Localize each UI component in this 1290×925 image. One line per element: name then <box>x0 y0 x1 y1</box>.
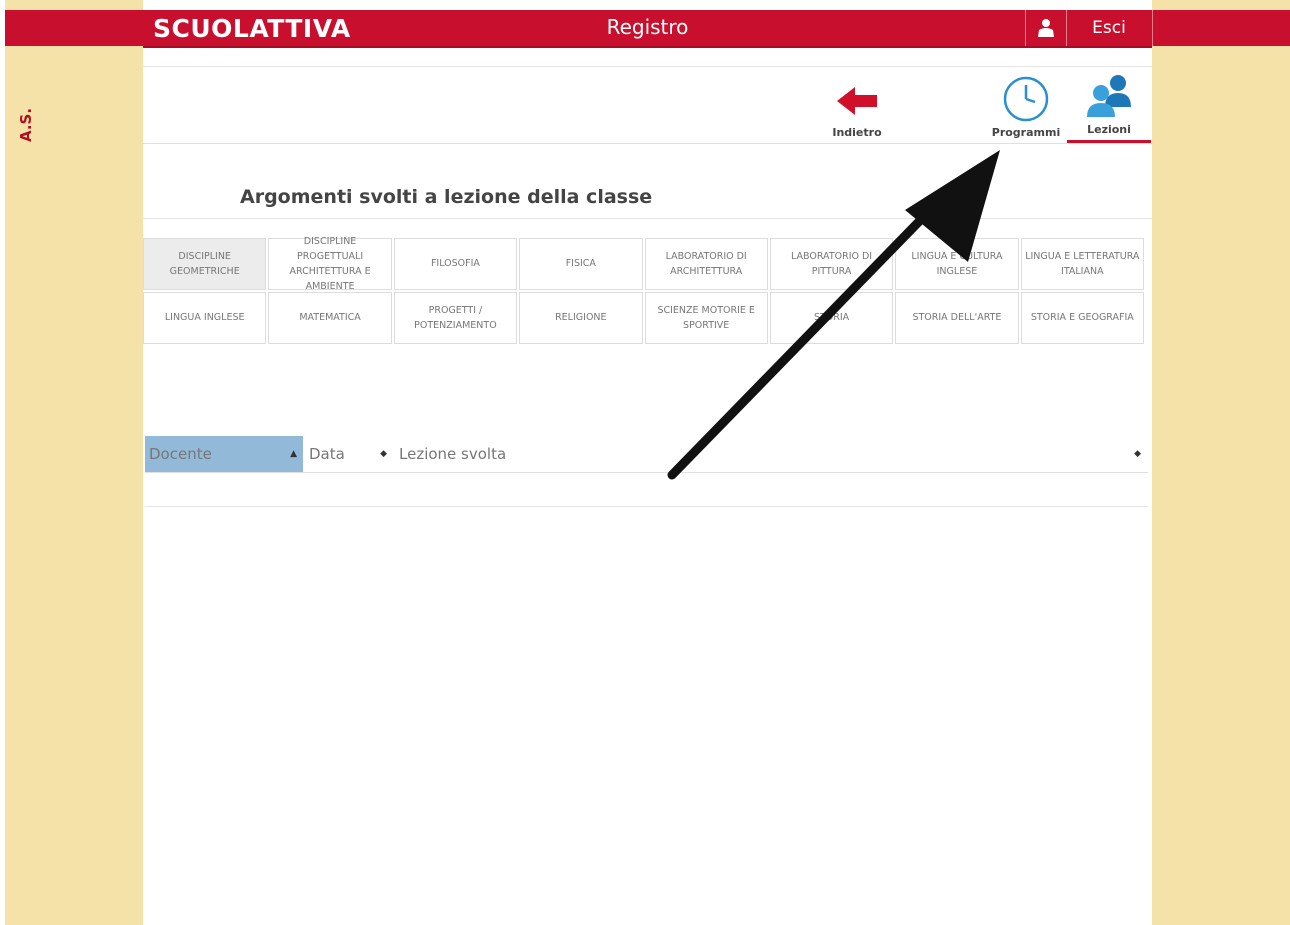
divider <box>143 218 1152 219</box>
column-date[interactable]: Data ◆ <box>309 436 391 472</box>
users-icon <box>1087 75 1131 117</box>
column-teacher[interactable]: Docente ▲ <box>145 436 303 472</box>
subject-item[interactable]: DISCIPLINE GEOMETRICHE <box>143 238 267 290</box>
subject-item[interactable]: PROGETTI / POTENZIAMENTO <box>393 292 518 344</box>
subject-item[interactable]: FILOSOFIA <box>393 238 518 290</box>
subject-grid: DISCIPLINE GEOMETRICHE DISCIPLINE PROGET… <box>143 236 1144 344</box>
subject-item[interactable]: MATEMATICA <box>268 292 392 344</box>
toolbar: Indietro Programmi Lezioni <box>143 66 1152 144</box>
table-header: Docente ▲ Data ◆ Lezione svolta ◆ <box>145 436 1148 473</box>
arrow-left-icon <box>837 87 877 115</box>
programs-label: Programmi <box>991 126 1061 139</box>
sort-asc-icon: ▲ <box>290 449 297 459</box>
subject-item[interactable]: SCIENZE MOTORIE E SPORTIVE <box>644 292 768 344</box>
lessons-label: Lezioni <box>1087 123 1131 136</box>
logout-button[interactable]: Esci <box>1066 10 1153 46</box>
subject-item[interactable]: LABORATORIO DI PITTURA <box>769 238 894 290</box>
user-icon <box>1038 19 1054 37</box>
back-label: Indietro <box>832 126 882 139</box>
subject-item[interactable]: RELIGIONE <box>519 292 643 344</box>
sort-icon: ◆ <box>1134 449 1141 459</box>
lessons-tab[interactable]: Lezioni <box>1067 73 1151 143</box>
divider <box>145 506 1148 507</box>
column-lesson-label: Lezione svolta <box>399 445 507 463</box>
school-year-label: A.S. <box>17 107 35 143</box>
programs-button[interactable]: Programmi <box>986 73 1066 143</box>
user-button[interactable] <box>1025 10 1067 46</box>
subject-item[interactable]: DISCIPLINE PROGETTUALI ARCHITETTURA E AM… <box>268 236 392 292</box>
back-button[interactable]: Indietro <box>821 73 893 143</box>
clock-icon <box>1003 76 1049 122</box>
right-side-panel <box>1152 0 1290 925</box>
left-side-panel: A.S. <box>5 0 143 925</box>
subject-item[interactable]: STORIA E GEOGRAFIA <box>1020 292 1144 344</box>
subject-item[interactable]: STORIA DELL'ARTE <box>895 292 1019 344</box>
main-content: Indietro Programmi Lezioni Argomenti svo… <box>143 48 1152 925</box>
brand-logo[interactable]: SCUOLATTIVA <box>153 14 351 43</box>
sort-icon: ◆ <box>380 449 387 459</box>
header-bar: SCUOLATTIVA Registro Esci <box>143 10 1153 48</box>
subject-item[interactable]: LABORATORIO DI ARCHITETTURA <box>644 238 768 290</box>
column-date-label: Data <box>309 445 345 463</box>
page-title: Argomenti svolti a lezione della classe <box>240 186 653 208</box>
subject-item[interactable]: LINGUA E CULTURA INGLESE <box>895 238 1019 290</box>
subject-item[interactable]: FISICA <box>519 238 643 290</box>
column-teacher-label: Docente <box>149 445 212 463</box>
column-lesson[interactable]: Lezione svolta ◆ <box>399 436 1145 472</box>
subject-item[interactable]: LINGUA INGLESE <box>143 292 267 344</box>
subject-item[interactable]: LINGUA E LETTERATURA ITALIANA <box>1020 238 1144 290</box>
subject-item[interactable]: STORIA <box>769 292 894 344</box>
